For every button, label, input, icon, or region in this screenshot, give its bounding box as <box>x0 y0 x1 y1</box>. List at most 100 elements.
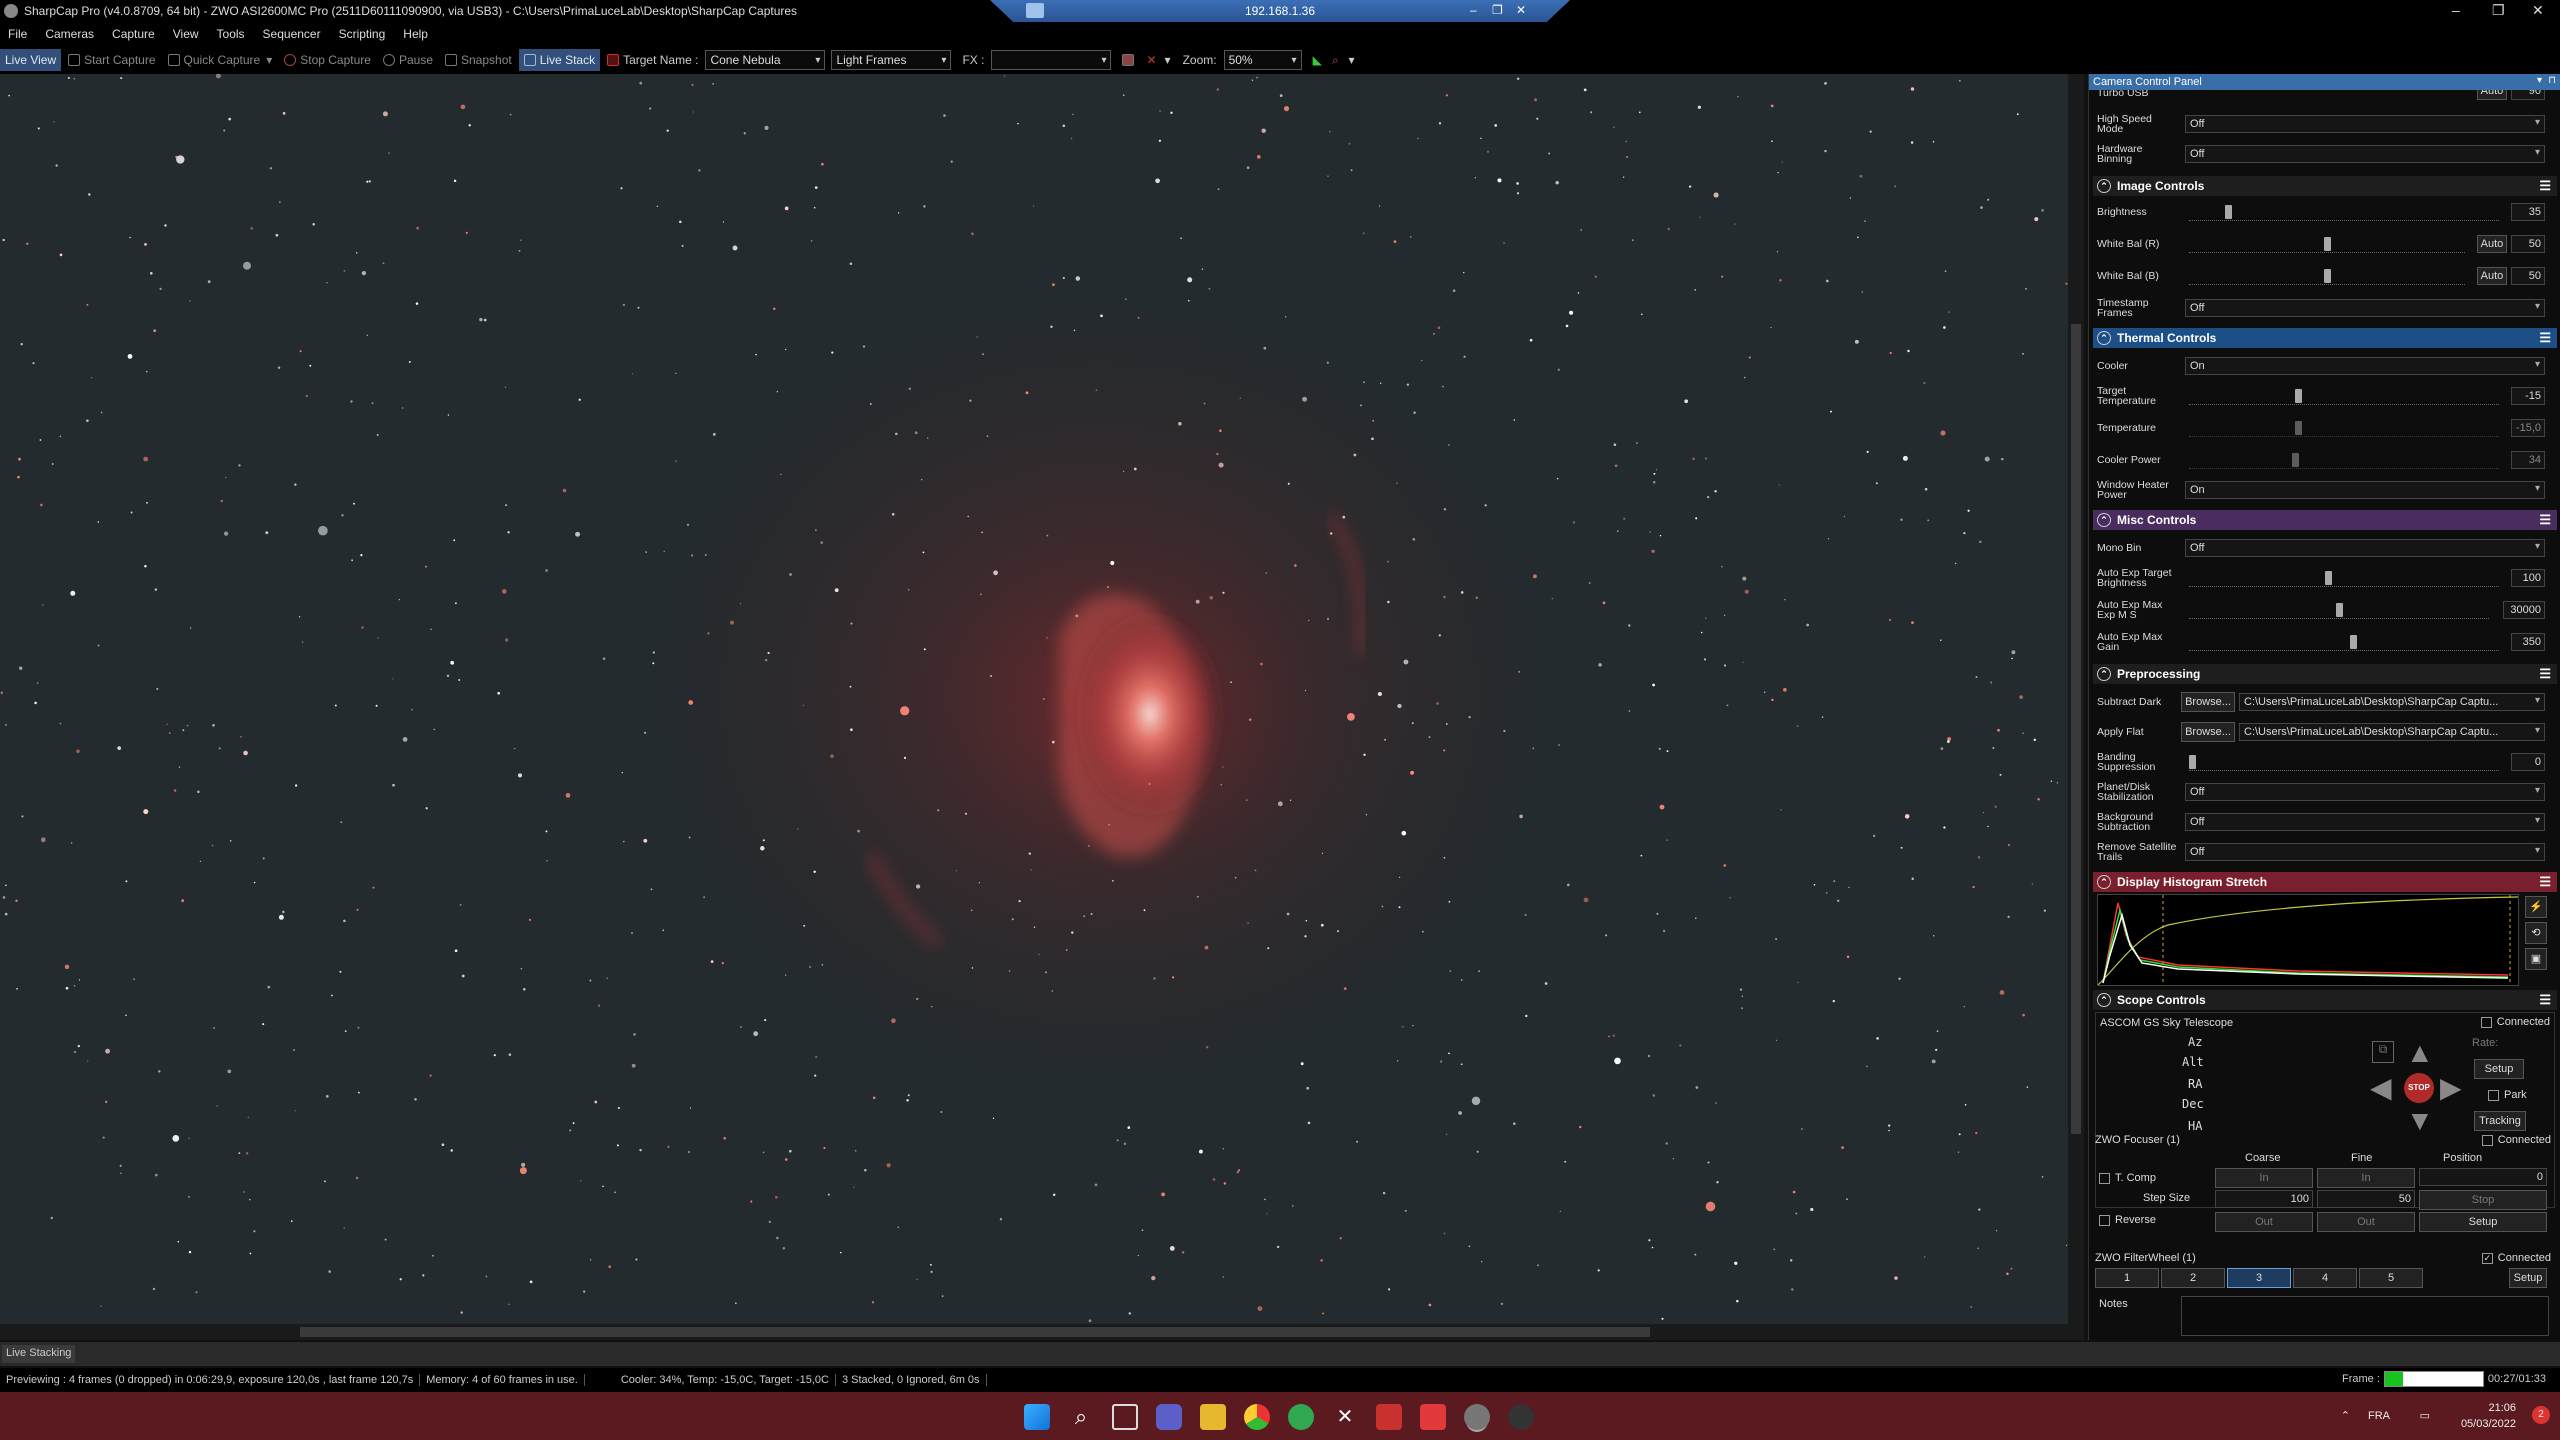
horizontal-scrollbar[interactable] <box>0 1324 2068 1340</box>
horizontal-scroll-thumb[interactable] <box>300 1327 1650 1337</box>
filter-slot-1[interactable]: 1 <box>2095 1268 2159 1288</box>
east-arrow-icon[interactable]: ▶ <box>2440 1071 2462 1104</box>
collapse-icon[interactable]: ⌃ <box>2097 875 2111 889</box>
stop-button[interactable]: STOP <box>2404 1073 2434 1103</box>
clear-reticle-icon[interactable]: ✕ <box>1146 53 1156 67</box>
menu-tools[interactable]: Tools <box>217 27 245 41</box>
slider-knob[interactable] <box>2189 755 2196 769</box>
filterwheel-connected-checkbox[interactable]: ✓ Connected <box>2481 1252 2551 1264</box>
file-explorer-icon[interactable] <box>1200 1404 1226 1430</box>
snapshot-button[interactable]: Snapshot <box>440 49 517 71</box>
section-menu-icon[interactable]: ☰ <box>2539 874 2551 890</box>
remote-restore-icon[interactable]: ❐ <box>1492 3 1503 17</box>
tracking-button[interactable]: Tracking <box>2474 1111 2526 1131</box>
menu-sequencer[interactable]: Sequencer <box>263 27 321 41</box>
ae-max-exp-slider[interactable] <box>2189 601 2489 619</box>
fx-select[interactable] <box>991 50 1112 70</box>
section-menu-icon[interactable]: ☰ <box>2539 330 2551 346</box>
focuser-stop-button[interactable]: Stop <box>2419 1190 2547 1210</box>
target-temp-value[interactable]: -15 <box>2511 387 2545 405</box>
tray-lang[interactable]: FRA <box>2368 1408 2390 1424</box>
preprocessing-header[interactable]: ⌃ Preprocessing ☰ <box>2093 664 2557 684</box>
target-name-select[interactable]: Cone Nebula <box>705 50 826 70</box>
tray-chevron-icon[interactable]: ⌃ <box>2341 1408 2350 1424</box>
chevron-down-icon[interactable]: ▾ <box>1165 53 1171 67</box>
app-x-icon[interactable]: ✕ <box>1332 1404 1358 1430</box>
slider-knob[interactable] <box>2324 269 2331 283</box>
menu-file[interactable]: File <box>8 27 27 41</box>
auto-stretch-icon[interactable]: ⚡ <box>2525 896 2547 918</box>
slew-mode-icon[interactable]: ⧉ <box>2372 1041 2394 1063</box>
restore-icon[interactable]: ❐ <box>2492 2 2505 19</box>
wb-b-auto[interactable]: Auto <box>2477 267 2507 285</box>
tray-network-icon[interactable]: ▭ <box>2420 1408 2430 1424</box>
apply-flat-browse-button[interactable]: Browse... <box>2181 722 2235 742</box>
south-arrow-icon[interactable]: ▼ <box>2406 1105 2434 1137</box>
misc-controls-header[interactable]: ⌃ Misc Controls ☰ <box>2093 510 2557 530</box>
collapse-icon[interactable]: ⌃ <box>2097 667 2111 681</box>
fine-in-button[interactable]: In <box>2317 1168 2415 1188</box>
sat-trails-select[interactable]: Off <box>2185 843 2545 861</box>
focuser-position-value[interactable]: 0 <box>2419 1168 2547 1186</box>
live-view-button[interactable]: Live View <box>0 49 62 71</box>
frame-type-select[interactable]: Light Frames <box>831 50 952 70</box>
slider-knob[interactable] <box>2350 635 2357 649</box>
chat-icon[interactable] <box>1156 1404 1182 1430</box>
quick-capture-button[interactable]: Quick Capture ▾ <box>163 49 278 71</box>
app-green-icon[interactable] <box>1288 1404 1314 1430</box>
fine-out-button[interactable]: Out <box>2317 1212 2415 1232</box>
brightness-value[interactable]: 35 <box>2511 203 2545 221</box>
checkbox-icon[interactable] <box>2480 1016 2492 1028</box>
high-speed-select[interactable]: Off <box>2185 115 2545 133</box>
histogram-header[interactable]: ⌃ Display Histogram Stretch ☰ <box>2093 872 2557 892</box>
checkbox-icon[interactable] <box>2488 1089 2499 1101</box>
scope-setup-button[interactable]: Setup <box>2474 1059 2524 1079</box>
mono-bin-select[interactable]: Off <box>2185 539 2545 557</box>
tcomp-checkbox[interactable]: T. Comp <box>2099 1172 2156 1184</box>
minimize-icon[interactable]: – <box>2452 2 2460 18</box>
turbo-usb-auto[interactable]: Auto <box>2477 90 2507 100</box>
filter-slot-4[interactable]: 4 <box>2293 1268 2357 1288</box>
slider-knob[interactable] <box>2336 603 2343 617</box>
notes-input[interactable] <box>2181 1296 2549 1336</box>
bg-sub-select[interactable]: Off <box>2185 813 2545 831</box>
zoom-select[interactable]: 50% <box>1223 50 1302 70</box>
wb-r-slider[interactable] <box>2189 235 2465 253</box>
coarse-out-button[interactable]: Out <box>2215 1212 2313 1232</box>
reverse-checkbox[interactable]: Reverse <box>2099 1214 2156 1226</box>
section-menu-icon[interactable]: ☰ <box>2539 512 2551 528</box>
banding-value[interactable]: 0 <box>2511 753 2545 771</box>
menu-scripting[interactable]: Scripting <box>339 27 386 41</box>
wb-b-slider[interactable] <box>2189 267 2465 285</box>
collapse-icon[interactable]: ⌃ <box>2097 331 2111 345</box>
chevron-down-icon[interactable]: ▾ <box>1349 53 1355 67</box>
stop-capture-button[interactable]: Stop Capture <box>279 49 376 71</box>
slider-knob[interactable] <box>2324 237 2331 251</box>
app-red-icon[interactable] <box>1376 1404 1402 1430</box>
brightness-slider[interactable] <box>2189 203 2499 221</box>
collapse-icon[interactable]: ⌃ <box>2097 179 2111 193</box>
filter-slot-3[interactable]: 3 <box>2227 1268 2291 1288</box>
section-menu-icon[interactable]: ☰ <box>2539 992 2551 1008</box>
vertical-scrollbar[interactable] <box>2068 74 2084 1340</box>
slider-knob[interactable] <box>2225 205 2232 219</box>
histogram-display[interactable] <box>2097 894 2519 986</box>
fine-step-value[interactable]: 50 <box>2317 1190 2415 1208</box>
ae-max-exp-value[interactable]: 30000 <box>2503 601 2545 619</box>
focuser-setup-button[interactable]: Setup <box>2419 1212 2547 1232</box>
chrome-icon[interactable] <box>1244 1404 1270 1430</box>
checkbox-icon[interactable] <box>2481 1134 2493 1146</box>
apply-flat-path[interactable]: C:\Users\PrimaLuceLab\Desktop\SharpCap C… <box>2239 723 2545 741</box>
coarse-step-value[interactable]: 100 <box>2215 1190 2313 1208</box>
target-temp-slider[interactable] <box>2189 387 2499 405</box>
banding-slider[interactable] <box>2189 753 2499 771</box>
checkbox-icon[interactable] <box>2099 1172 2110 1184</box>
timestamp-select[interactable]: Off <box>2185 299 2545 317</box>
image-controls-header[interactable]: ⌃ Image Controls ☰ <box>2093 176 2557 196</box>
collapse-icon[interactable]: ⌃ <box>2097 993 2111 1007</box>
menu-capture[interactable]: Capture <box>112 27 155 41</box>
checkbox-icon[interactable] <box>2099 1214 2110 1226</box>
coarse-in-button[interactable]: In <box>2215 1168 2313 1188</box>
menu-cameras[interactable]: Cameras <box>45 27 94 41</box>
ae-max-gain-value[interactable]: 350 <box>2511 633 2545 651</box>
